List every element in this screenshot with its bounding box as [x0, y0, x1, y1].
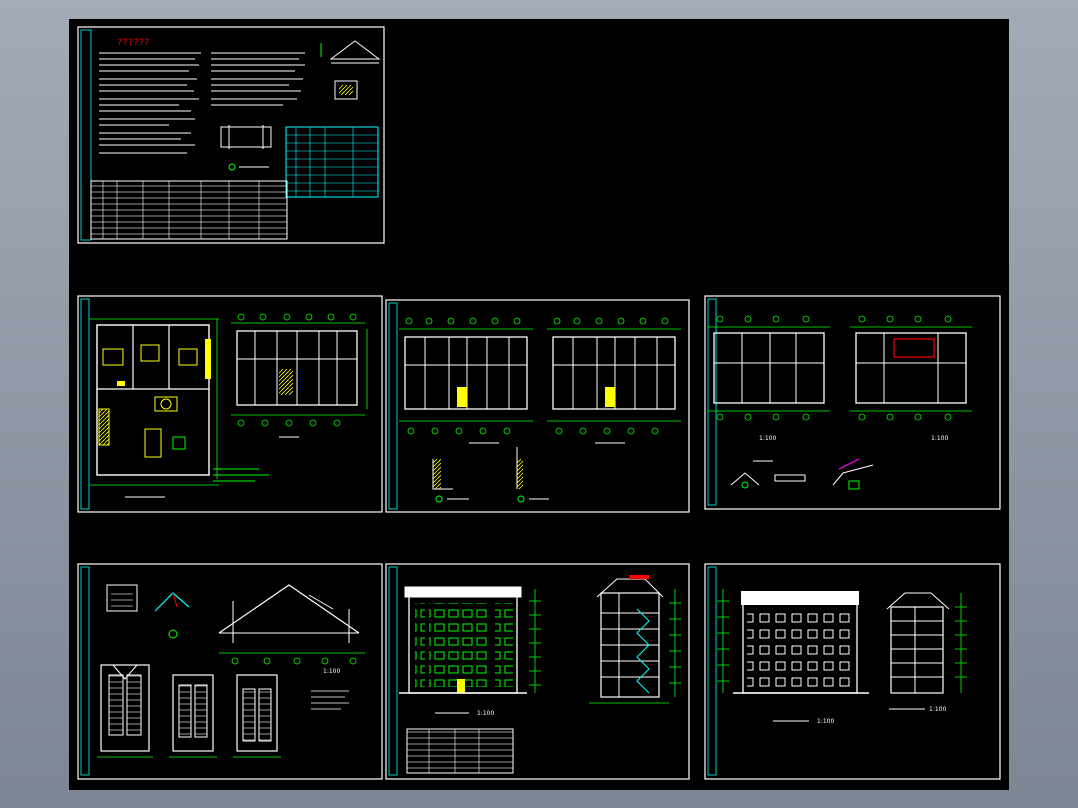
front-elevation-scale: 1:100 [477, 710, 494, 717]
sheet-title: ?????? [117, 38, 150, 48]
section-scale-label: 1:100 [323, 668, 340, 675]
sheet-stair-and-section-details[interactable]: 1:100 [77, 563, 383, 780]
sheet-unit-and-ground-plan[interactable] [77, 295, 383, 513]
roof-plan-scale-2: 1:100 [931, 435, 948, 442]
drawing-canvas[interactable]: ?????? 1:100 1:100 1:100 1:100 1:100 1:1… [69, 19, 1009, 790]
cad-drawing: ?????? 1:100 1:100 1:100 1:100 1:100 1:1… [77, 26, 1001, 780]
sheet-roof-plans[interactable]: 1:100 1:100 [704, 295, 1001, 510]
sheet-front-elevation-and-section[interactable]: 1:100 [385, 563, 690, 780]
sheet-typical-floor-plans[interactable] [385, 299, 690, 513]
sheet-design-notes[interactable]: ?????? [77, 26, 385, 244]
sheet-rear-elevation-and-section[interactable]: 1:100 1:100 [704, 563, 1001, 780]
rear-section-scale: 1:100 [929, 706, 946, 713]
rear-elevation-scale: 1:100 [817, 718, 834, 725]
application-frame: ?????? 1:100 1:100 1:100 1:100 1:100 1:1… [0, 0, 1078, 808]
roof-plan-scale-1: 1:100 [759, 435, 776, 442]
